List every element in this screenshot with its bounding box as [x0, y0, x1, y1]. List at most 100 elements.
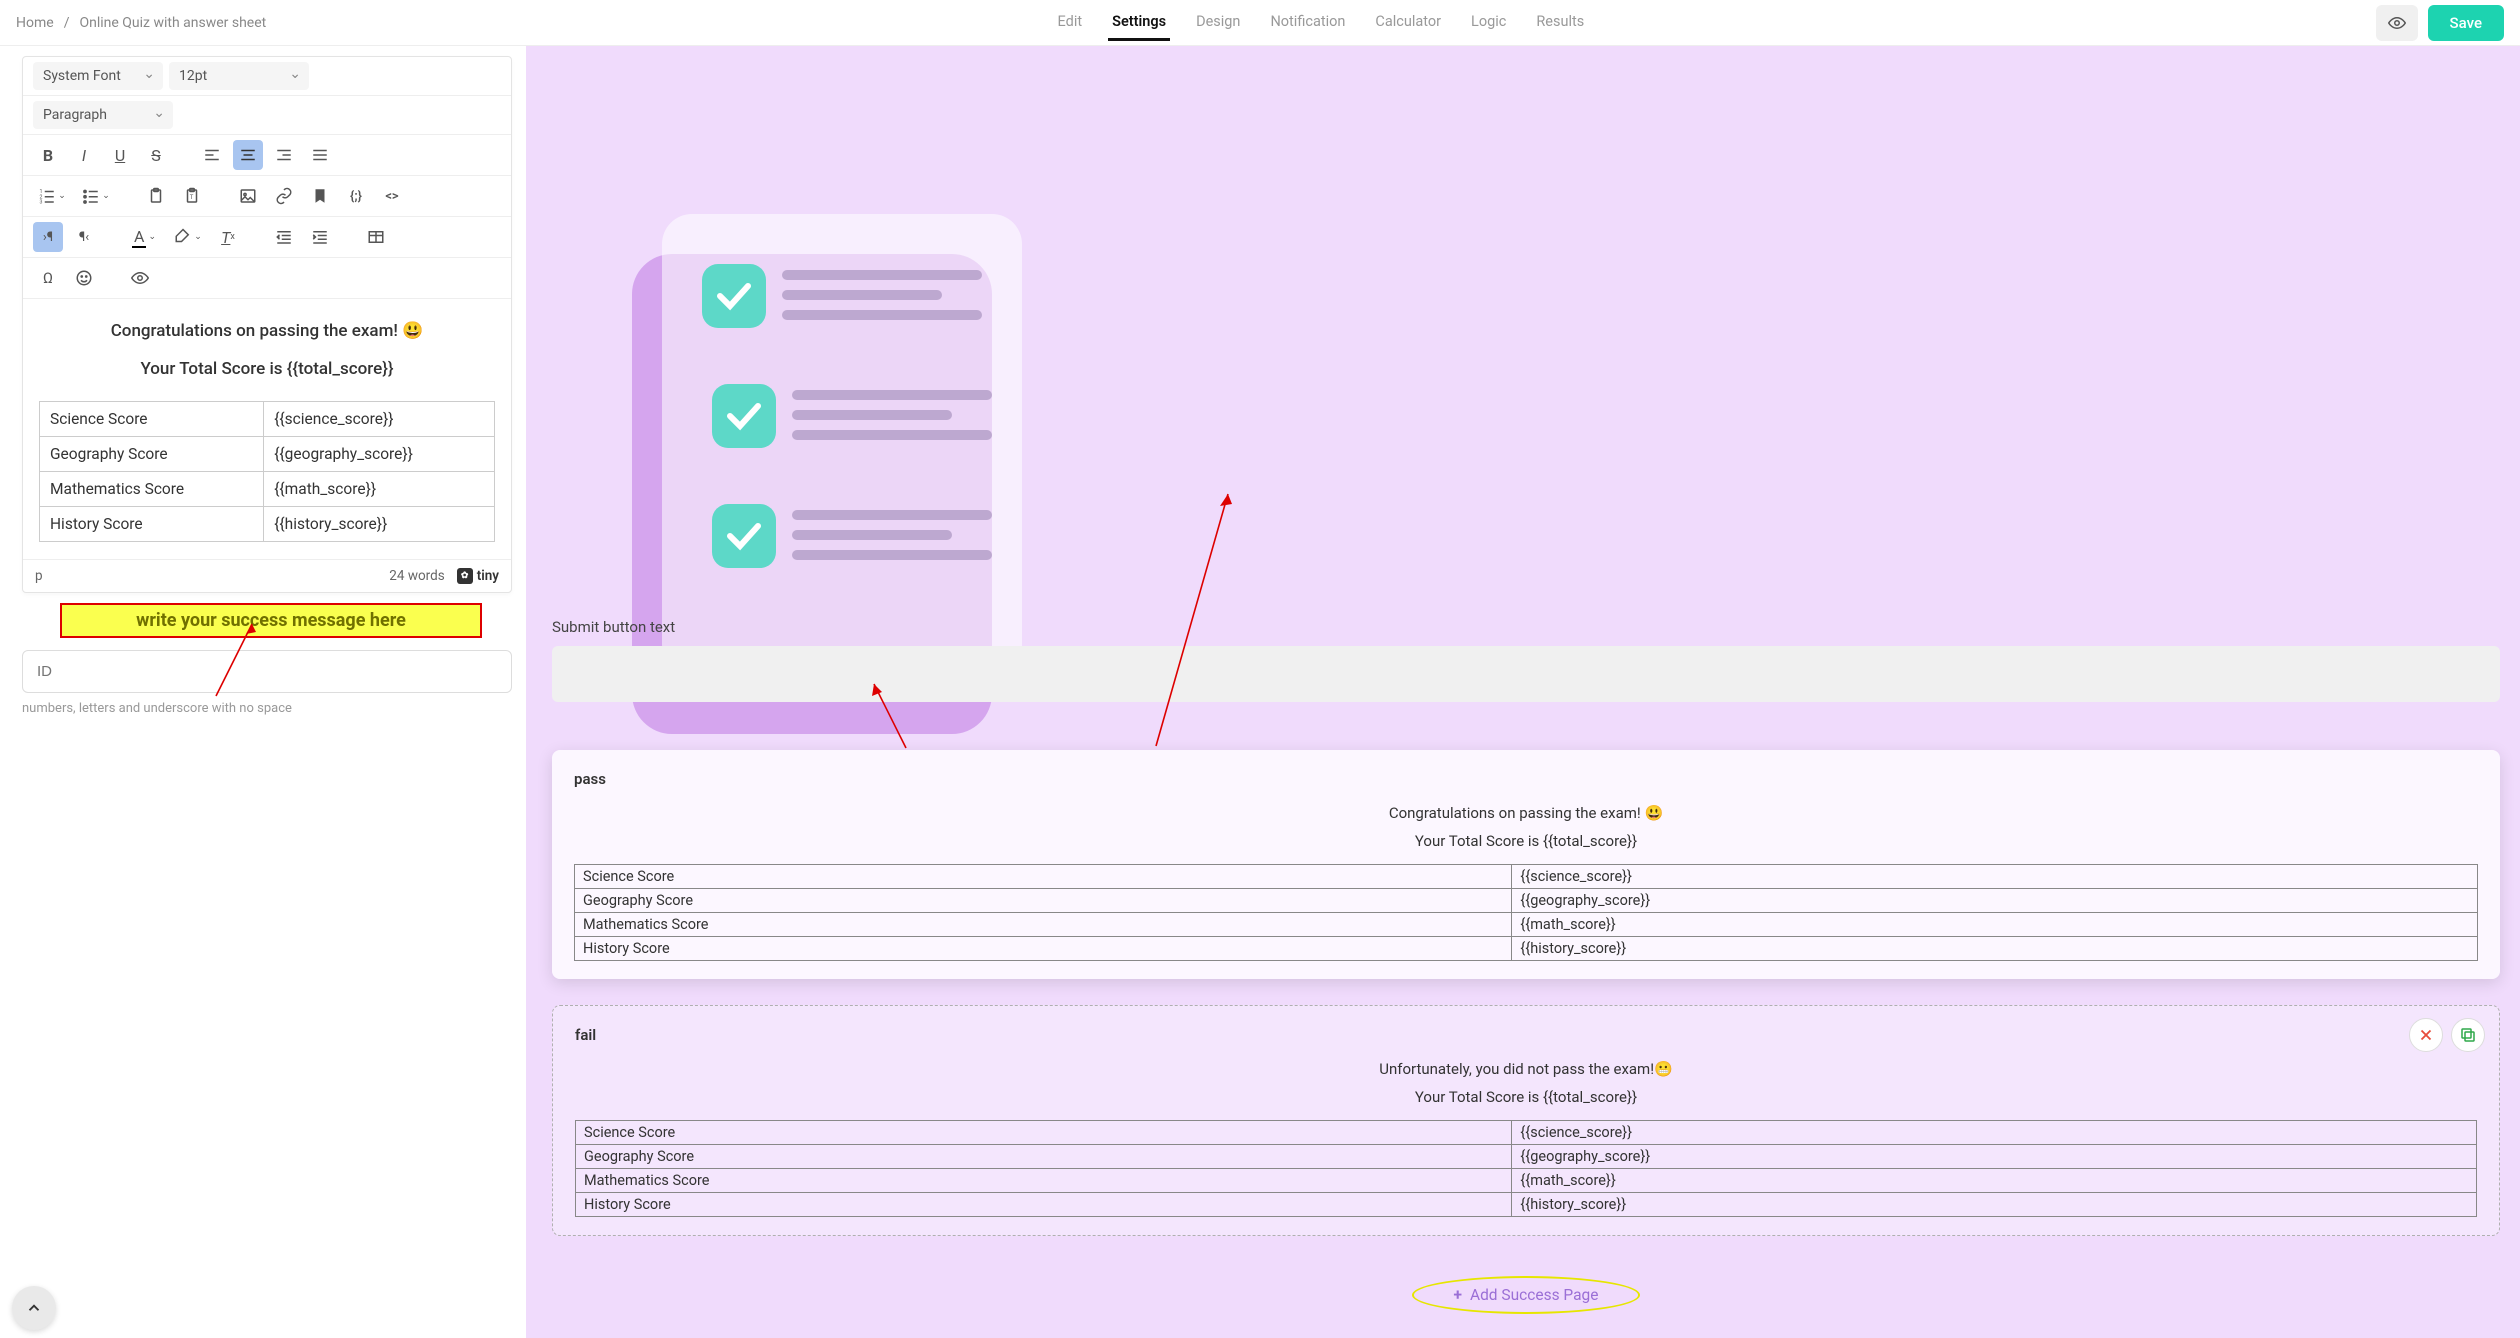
indent-button[interactable]	[305, 222, 335, 252]
table-row: Science Score{{science_score}}	[40, 402, 495, 437]
cell-value: {{geography_score}}	[1512, 1145, 2477, 1169]
right-preview-panel: Submit button text pass Congratulations …	[526, 46, 2520, 1338]
align-justify-button[interactable]	[305, 140, 335, 170]
table-row: History Score{{history_score}}	[576, 1193, 2477, 1217]
cell-value: {{math_score}}	[264, 472, 495, 507]
scroll-up-button[interactable]	[12, 1286, 56, 1330]
success-page-fail[interactable]: fail Unfortunately, you did not pass the…	[552, 1005, 2500, 1236]
clear-format-button[interactable]: Tx	[213, 222, 243, 252]
cell-value: {{math_score}}	[1512, 1169, 2477, 1193]
insert-variable-button[interactable]: {;}	[341, 181, 371, 211]
breadcrumb-title[interactable]: Online Quiz with answer sheet	[79, 15, 266, 31]
editor-score-table: Science Score{{science_score}} Geography…	[39, 401, 495, 542]
align-justify-icon	[311, 146, 329, 164]
image-icon	[239, 187, 257, 205]
table-row: Geography Score{{geography_score}}	[576, 1145, 2477, 1169]
plus-icon: +	[1454, 1286, 1462, 1304]
table-row: Geography Score{{geography_score}}	[40, 437, 495, 472]
source-code-button[interactable]: <>	[377, 181, 407, 211]
fail-score-table: Science Score{{science_score}} Geography…	[575, 1120, 2477, 1217]
cell-value: {{history_score}}	[1512, 937, 2478, 961]
tab-design[interactable]: Design	[1192, 5, 1244, 41]
eye-icon	[131, 269, 149, 287]
ltr-button[interactable]: ›¶	[33, 222, 63, 252]
close-icon	[2417, 1026, 2435, 1044]
submit-button-text-label: Submit button text	[552, 618, 2500, 636]
highlighter-icon	[174, 228, 192, 246]
tab-calculator[interactable]: Calculator	[1371, 5, 1445, 41]
tab-notification[interactable]: Notification	[1266, 5, 1349, 41]
fail-total: Your Total Score is {{total_score}}	[575, 1088, 2477, 1106]
toolbar-preview-button[interactable]	[125, 263, 155, 293]
cell-label: Science Score	[575, 865, 1512, 889]
cell-label: History Score	[40, 507, 264, 542]
numbered-list-button[interactable]: 123⌄	[33, 181, 71, 211]
pass-title: pass	[574, 770, 2478, 788]
emoji-button[interactable]	[69, 263, 99, 293]
bullet-list-button[interactable]: ⌄	[77, 181, 115, 211]
main-tabs: Edit Settings Design Notification Calcul…	[274, 5, 2367, 41]
bookmark-button[interactable]	[305, 181, 335, 211]
pass-total: Your Total Score is {{total_score}}	[574, 832, 2478, 850]
align-center-button[interactable]	[233, 140, 263, 170]
editor-footer: p 24 words ✿tiny	[23, 559, 511, 592]
list-ul-icon	[82, 187, 100, 205]
add-success-page-button[interactable]: +Add Success Page	[552, 1262, 2500, 1320]
italic-button[interactable]: I	[69, 140, 99, 170]
cell-label: Geography Score	[575, 889, 1512, 913]
id-input[interactable]	[22, 650, 512, 693]
id-hint: numbers, letters and underscore with no …	[22, 701, 512, 716]
cell-value: {{geography_score}}	[264, 437, 495, 472]
special-char-button[interactable]: Ω	[33, 263, 63, 293]
delete-page-button[interactable]	[2409, 1018, 2443, 1052]
align-right-button[interactable]	[269, 140, 299, 170]
cell-value: {{science_score}}	[1512, 865, 2478, 889]
align-left-icon	[203, 146, 221, 164]
text-color-button[interactable]: A⌄	[125, 222, 163, 252]
table-row: Geography Score{{geography_score}}	[575, 889, 2478, 913]
insert-table-button[interactable]	[361, 222, 391, 252]
paste-text-button[interactable]: T	[177, 181, 207, 211]
left-panel: System Font 12pt Paragraph B I U S	[8, 46, 526, 1338]
editor-path[interactable]: p	[35, 568, 43, 584]
align-left-button[interactable]	[197, 140, 227, 170]
font-size-select[interactable]: 12pt	[169, 62, 309, 90]
fail-title: fail	[575, 1026, 2477, 1044]
underline-button[interactable]: U	[105, 140, 135, 170]
outdent-button[interactable]	[269, 222, 299, 252]
editor-content[interactable]: Congratulations on passing the exam! 😃 Y…	[23, 299, 511, 559]
tab-results[interactable]: Results	[1532, 5, 1588, 41]
outdent-icon	[275, 228, 293, 246]
submit-button-text-input[interactable]	[552, 646, 2500, 702]
tab-settings[interactable]: Settings	[1108, 5, 1170, 41]
copy-icon	[2459, 1026, 2477, 1044]
breadcrumb-home[interactable]: Home	[16, 15, 54, 31]
insert-link-button[interactable]	[269, 181, 299, 211]
tiny-branding[interactable]: ✿tiny	[457, 568, 499, 584]
table-row: Science Score{{science_score}}	[575, 865, 2478, 889]
breadcrumb-sep: /	[64, 15, 70, 31]
block-format-select[interactable]: Paragraph	[33, 101, 173, 129]
cell-value: {{math_score}}	[1512, 913, 2478, 937]
duplicate-page-button[interactable]	[2451, 1018, 2485, 1052]
cell-value: {{history_score}}	[264, 507, 495, 542]
paste-button[interactable]	[141, 181, 171, 211]
tab-logic[interactable]: Logic	[1467, 5, 1510, 41]
rtl-button[interactable]: ¶‹	[69, 222, 99, 252]
save-button[interactable]: Save	[2428, 5, 2504, 41]
link-icon	[275, 187, 293, 205]
font-family-select[interactable]: System Font	[33, 62, 163, 90]
highlight-button[interactable]: ⌄	[169, 222, 207, 252]
table-icon	[367, 228, 385, 246]
strikethrough-button[interactable]: S	[141, 140, 171, 170]
insert-image-button[interactable]	[233, 181, 263, 211]
table-row: Mathematics Score{{math_score}}	[40, 472, 495, 507]
success-page-pass[interactable]: pass Congratulations on passing the exam…	[552, 750, 2500, 979]
clipboard-icon	[147, 187, 165, 205]
bold-button[interactable]: B	[33, 140, 63, 170]
preview-button[interactable]	[2376, 5, 2418, 41]
tab-edit[interactable]: Edit	[1054, 5, 1087, 41]
table-row: Mathematics Score{{math_score}}	[576, 1169, 2477, 1193]
rich-text-editor: System Font 12pt Paragraph B I U S	[22, 56, 512, 593]
cell-label: Geography Score	[40, 437, 264, 472]
